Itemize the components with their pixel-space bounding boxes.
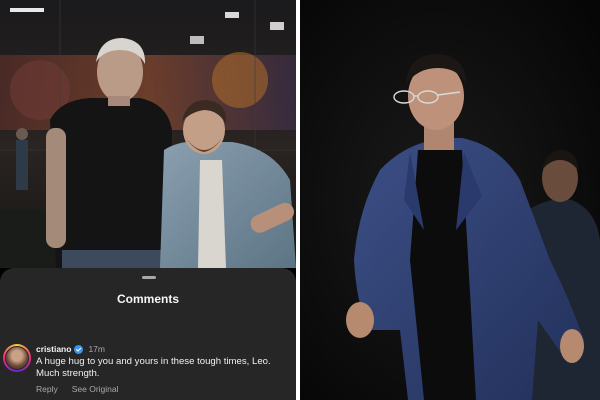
comments-sheet: Comments — [0, 268, 296, 400]
see-original-button[interactable]: See Original — [72, 384, 119, 394]
comment-text: A huge hug to you and yours in these tou… — [36, 356, 271, 379]
drag-handle[interactable] — [142, 276, 156, 279]
avatar[interactable] — [3, 344, 31, 372]
verified-badge-icon — [74, 344, 84, 354]
right-photo — [300, 0, 600, 400]
left-photo — [0, 0, 296, 268]
reply-button[interactable]: Reply — [36, 384, 58, 394]
comment-timestamp: 17m — [88, 344, 105, 354]
comment-actions: Reply See Original — [36, 384, 119, 394]
comment-username[interactable]: cristiano — [36, 344, 71, 354]
comments-title: Comments — [116, 292, 179, 306]
comment-header: cristiano 17m — [36, 344, 105, 354]
avatar-image — [5, 346, 29, 370]
